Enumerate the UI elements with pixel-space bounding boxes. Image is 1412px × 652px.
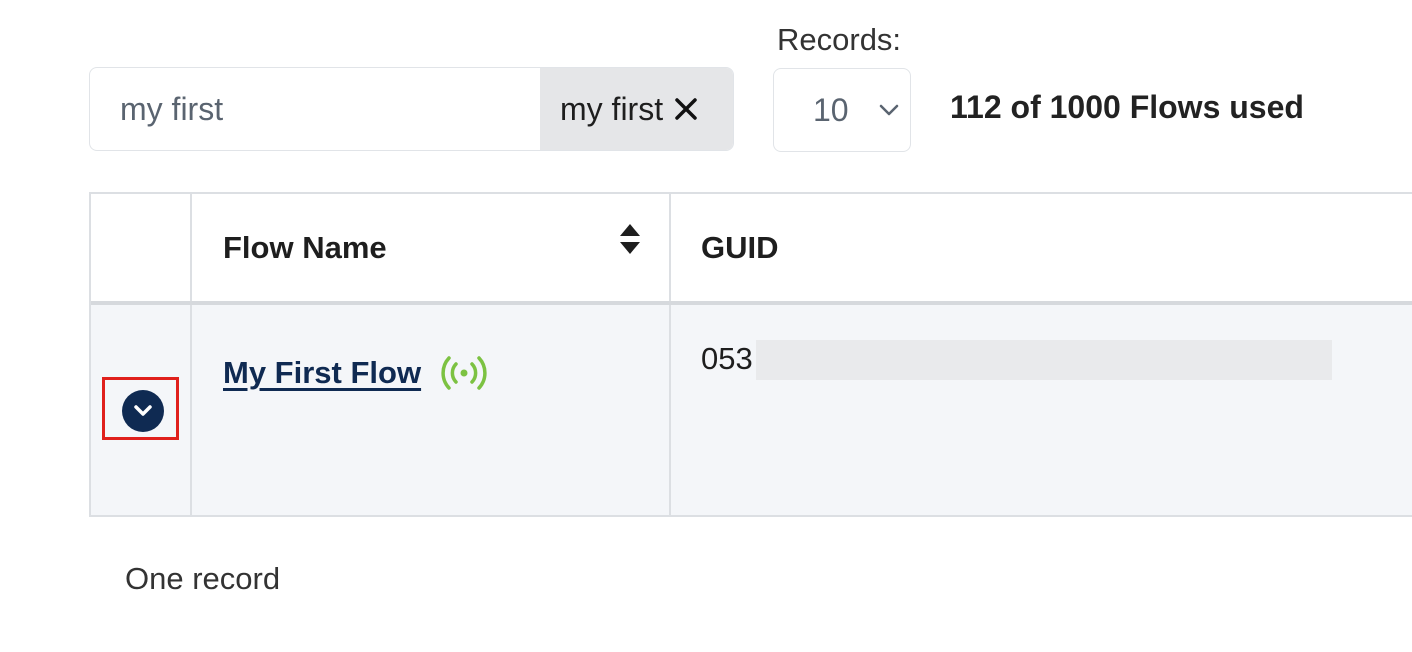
guid-redaction	[756, 340, 1332, 380]
expand-highlight	[102, 377, 179, 440]
search-tag: my first	[540, 68, 733, 150]
table-row: My First Flow 053	[91, 305, 1412, 517]
broadcast-live-icon	[439, 355, 489, 396]
column-header-guid: GUID	[701, 230, 779, 265]
column-divider	[669, 194, 671, 301]
search-tag-label: my first	[560, 90, 664, 127]
records-per-page-select[interactable]: 10	[773, 68, 911, 152]
column-divider	[190, 194, 192, 301]
guid-value: 053	[701, 341, 753, 376]
column-divider	[669, 305, 671, 515]
flow-name-link[interactable]: My First Flow	[223, 355, 421, 391]
record-count: One record	[125, 561, 281, 596]
search-input[interactable]	[90, 68, 540, 150]
flows-usage-text: 112 of 1000 Flows used	[950, 89, 1304, 125]
flows-page: my first Records: 10 112 of 1000 Flows u…	[0, 0, 1412, 652]
close-icon[interactable]	[669, 92, 703, 126]
flows-table: Flow Name GUID My First Flow 053	[89, 192, 1412, 517]
table-header: Flow Name GUID	[91, 194, 1412, 305]
chevron-down-icon	[878, 103, 900, 122]
column-header-flow-name[interactable]: Flow Name	[223, 230, 387, 266]
records-selected-value: 10	[813, 91, 849, 128]
search-box: my first	[89, 67, 734, 151]
chevron-down-circle-icon[interactable]	[122, 390, 164, 432]
records-label: Records:	[777, 22, 902, 57]
sort-icon[interactable]	[618, 222, 642, 261]
column-divider	[190, 305, 192, 515]
